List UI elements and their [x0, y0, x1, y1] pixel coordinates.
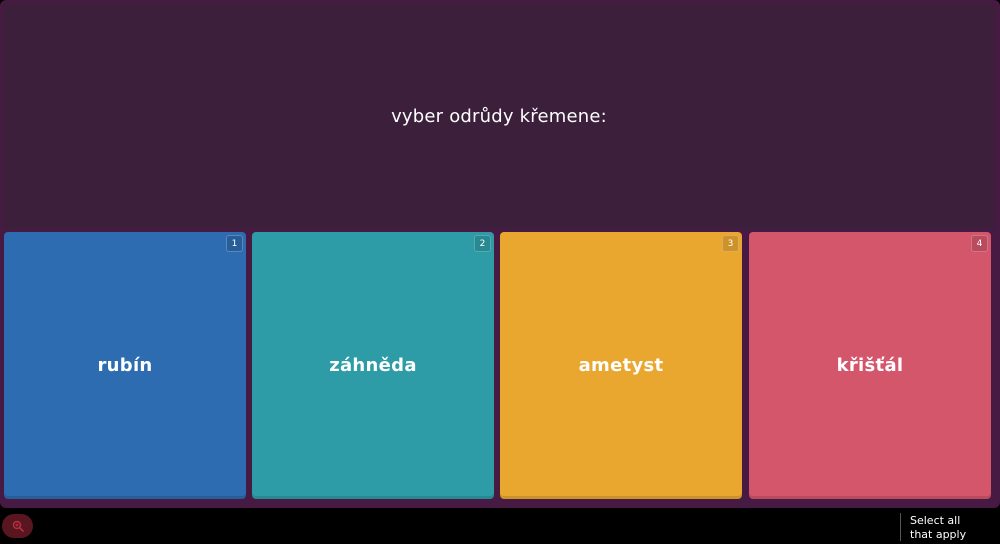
option-label: ametyst	[578, 355, 664, 376]
question-panel: vyber odrůdy křemene:	[3, 3, 995, 229]
option-number-badge: 3	[722, 235, 739, 252]
answer-options: 1 rubín 2 záhněda 3 ametyst 4 křišťál	[4, 232, 992, 499]
hint-line-1: Select all	[910, 514, 961, 527]
hint-line-2: that apply	[910, 528, 967, 541]
quiz-frame: vyber odrůdy křemene: 1 rubín 2 záhněda …	[0, 0, 1000, 508]
zoom-in-icon	[12, 517, 24, 536]
hint-divider	[900, 513, 901, 541]
answer-option-2[interactable]: 2 záhněda	[252, 232, 494, 499]
answer-option-1[interactable]: 1 rubín	[4, 232, 246, 499]
option-label: rubín	[97, 355, 153, 376]
question-text: vyber odrůdy křemene:	[391, 105, 607, 127]
option-number-badge: 2	[474, 235, 491, 252]
answer-option-4[interactable]: 4 křišťál	[749, 232, 991, 499]
option-number-badge: 4	[971, 235, 988, 252]
select-all-hint: Select all that apply	[910, 514, 990, 542]
option-label: křišťál	[836, 355, 904, 376]
zoom-button[interactable]	[2, 514, 33, 538]
answer-option-3[interactable]: 3 ametyst	[500, 232, 742, 499]
option-number-badge: 1	[226, 235, 243, 252]
option-label: záhněda	[329, 355, 417, 376]
